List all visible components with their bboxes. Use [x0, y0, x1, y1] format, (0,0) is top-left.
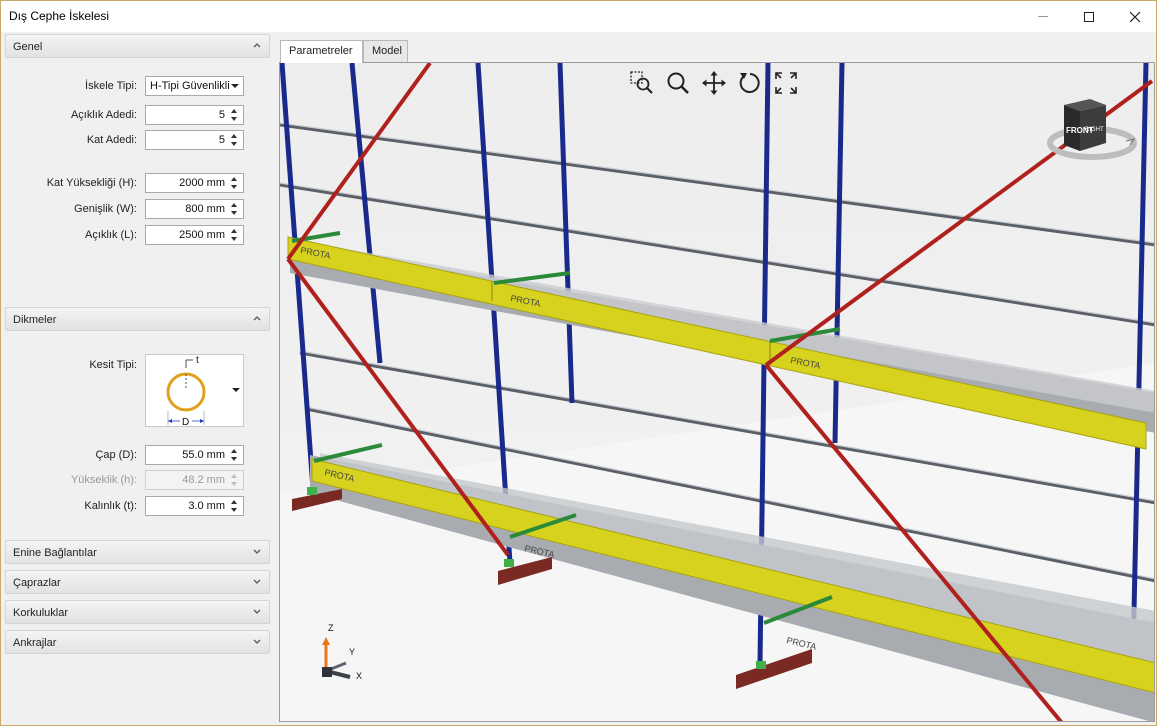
- section-enine-header[interactable]: Enine Bağlantılar: [5, 540, 270, 564]
- genislik-stepper[interactable]: 800 mm: [145, 199, 244, 219]
- yukseklik-label: Yükseklik (h):: [70, 474, 137, 486]
- pipe-section-diagram: t D: [166, 355, 206, 428]
- chevron-down-icon: [253, 639, 261, 644]
- axis-triad-icon: Z Y X: [322, 623, 362, 681]
- axis-z-label: Z: [328, 623, 334, 633]
- genislik-value: 800 mm: [185, 203, 225, 215]
- axis-x-label: X: [356, 671, 362, 681]
- stepper-arrows: [229, 472, 241, 488]
- section-label: Enine Bağlantılar: [13, 547, 97, 559]
- cap-value: 55.0 mm: [182, 449, 225, 461]
- pan-icon: [702, 71, 726, 95]
- kat-yuksekligi-value: 2000 mm: [179, 177, 225, 189]
- yukseklik-value: 48.2 mm: [182, 474, 225, 486]
- zoom-window-icon: [630, 71, 653, 94]
- chevron-down-icon: [253, 549, 261, 554]
- close-button[interactable]: [1112, 1, 1157, 32]
- kalinlik-stepper[interactable]: 3.0 mm: [145, 496, 244, 516]
- cap-label: Çap (D):: [95, 449, 137, 461]
- scaffold-model[interactable]: PROTA PROTA PROTA PROTA PROTA PROTA: [280, 63, 1155, 722]
- aciklik-adedi-value: 5: [218, 109, 225, 121]
- section-dikmeler-header[interactable]: Dikmeler: [5, 307, 270, 331]
- pan-button[interactable]: [700, 69, 728, 97]
- stepper-arrows[interactable]: [229, 132, 241, 148]
- rotate-button[interactable]: [736, 69, 764, 97]
- section-label: Ankrajlar: [13, 637, 57, 649]
- maximize-button[interactable]: [1066, 1, 1112, 32]
- kat-yuksekligi-stepper[interactable]: 2000 mm: [145, 173, 244, 193]
- chevron-up-icon: [253, 43, 261, 48]
- iskele-tipi-label: İskele Tipi:: [85, 80, 137, 92]
- main-window: Dış Cephe İskelesi Genel İskele Tipi: H-…: [0, 0, 1157, 726]
- tab-parametreler[interactable]: Parametreler: [280, 40, 363, 63]
- diagram-t-label: t: [196, 355, 199, 366]
- genislik-label: Genişlik (W):: [74, 203, 137, 215]
- kesit-tipi-selector[interactable]: t D: [145, 354, 244, 428]
- chevron-down-icon: [253, 579, 261, 584]
- kat-adedi-value: 5: [218, 134, 225, 146]
- kesit-tipi-label: Kesit Tipi:: [89, 359, 137, 371]
- aciklik-adedi-stepper[interactable]: 5: [145, 105, 244, 125]
- aciklik-label: Açıklık (L):: [85, 229, 137, 241]
- stepper-arrows[interactable]: [229, 447, 241, 463]
- section-label: Çaprazlar: [13, 577, 61, 589]
- axis-triad: Z Y X: [316, 619, 376, 683]
- section-korkuluklar-header[interactable]: Korkuluklar: [5, 600, 270, 624]
- stepper-arrows[interactable]: [229, 175, 241, 191]
- view-cube[interactable]: FRONT RIGHT: [1044, 93, 1144, 165]
- close-icon: [1129, 11, 1141, 22]
- zoom-button[interactable]: [664, 69, 692, 97]
- diagram-d-label: D: [182, 417, 189, 426]
- iskele-tipi-select[interactable]: H-Tipi Güvenlikli: [145, 76, 244, 96]
- aciklik-value: 2500 mm: [179, 229, 225, 241]
- yukseklik-stepper: 48.2 mm: [145, 470, 244, 490]
- section-label: Genel: [13, 41, 43, 53]
- kat-adedi-label: Kat Adedi:: [86, 134, 137, 146]
- kat-yuksekligi-label: Kat Yüksekliği (H):: [46, 177, 137, 189]
- fit-extents-icon: [775, 72, 797, 94]
- chevron-up-icon: [253, 316, 261, 321]
- aciklik-stepper[interactable]: 2500 mm: [145, 225, 244, 245]
- minimize-button[interactable]: [1020, 1, 1066, 32]
- kalinlik-label: Kalınlık (t):: [84, 500, 137, 512]
- kat-adedi-stepper[interactable]: 5: [145, 130, 244, 150]
- section-label: Dikmeler: [13, 314, 57, 326]
- zoom-window-button[interactable]: [628, 69, 656, 97]
- aciklik-adedi-label: Açıklık Adedi:: [70, 109, 137, 121]
- fit-extents-button[interactable]: [772, 69, 800, 97]
- kalinlik-value: 3.0 mm: [188, 500, 225, 512]
- view-cube-side-label: RIGHT: [1085, 127, 1104, 133]
- chevron-down-icon: [231, 84, 239, 88]
- zoom-icon: [667, 72, 689, 94]
- window-title: Dış Cephe İskelesi: [9, 9, 110, 23]
- view-cube-icon: FRONT RIGHT: [1047, 99, 1137, 160]
- section-genel-header[interactable]: Genel: [5, 34, 270, 58]
- stepper-arrows[interactable]: [229, 201, 241, 217]
- section-caprazlar-header[interactable]: Çaprazlar: [5, 570, 270, 594]
- minimize-icon: [1038, 16, 1048, 17]
- axis-y-label: Y: [349, 647, 355, 657]
- section-ankrajlar-header[interactable]: Ankrajlar: [5, 630, 270, 654]
- stepper-arrows[interactable]: [229, 107, 241, 123]
- iskele-tipi-value: H-Tipi Güvenlikli: [150, 80, 230, 92]
- rotate-icon: [739, 73, 760, 93]
- 3d-viewport[interactable]: PROTA PROTA PROTA PROTA PROTA PROTA FRON…: [279, 62, 1155, 722]
- section-label: Korkuluklar: [13, 607, 69, 619]
- stepper-arrows[interactable]: [229, 498, 241, 514]
- maximize-icon: [1084, 11, 1094, 22]
- chevron-down-icon: [253, 609, 261, 614]
- stepper-arrows[interactable]: [229, 227, 241, 243]
- cap-stepper[interactable]: 55.0 mm: [145, 445, 244, 465]
- properties-panel: Genel İskele Tipi: H-Tipi Güvenlikli Açı…: [3, 33, 273, 723]
- chevron-down-icon[interactable]: [232, 388, 240, 392]
- title-bar: Dış Cephe İskelesi: [1, 1, 1156, 32]
- tab-model[interactable]: Model: [363, 40, 408, 62]
